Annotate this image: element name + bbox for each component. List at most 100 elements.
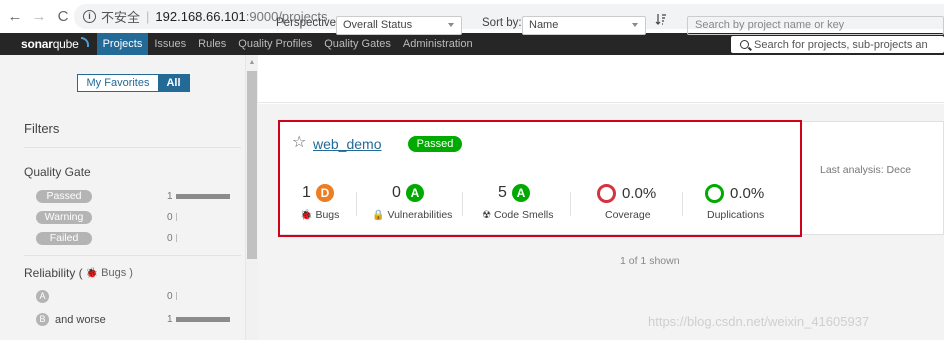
chevron-down-icon xyxy=(448,23,454,27)
vulnerabilities-rating-badge: A xyxy=(405,184,424,202)
results-count: 1 of 1 shown xyxy=(620,255,680,267)
facet-quality-gate-passed[interactable]: Passed xyxy=(36,190,92,203)
facet-reliability-b-and-worse[interactable]: B and worse xyxy=(36,313,106,326)
nav-quality-profiles[interactable]: Quality Profiles xyxy=(232,33,318,55)
quality-gate-warning-badge: Warning xyxy=(36,211,92,224)
scrollbar-thumb[interactable] xyxy=(247,71,257,259)
sort-by-label: Sort by: xyxy=(482,17,522,29)
coverage-label: Coverage xyxy=(605,209,651,221)
sonarqube-logo[interactable]: sonarqube xyxy=(21,37,89,51)
radiation-icon: ☢ xyxy=(482,209,491,221)
sort-direction-icon[interactable] xyxy=(655,13,666,28)
duplications-value: 0.0% xyxy=(730,185,765,202)
sort-by-value: Name xyxy=(529,19,559,31)
facet-reliability-a[interactable]: A xyxy=(36,290,49,303)
bugs-value: 1 xyxy=(302,184,311,201)
facet-bar xyxy=(176,292,177,300)
code-smells-label-row: ☢ Code Smells xyxy=(482,209,554,221)
filters-title: Filters xyxy=(24,121,60,136)
perspective-label: Perspective: xyxy=(276,17,340,29)
filters-sidebar: My Favorites All Filters Quality Gate Pa… xyxy=(0,55,246,340)
nav-quality-gates[interactable]: Quality Gates xyxy=(318,33,397,55)
facet-count: 1 xyxy=(167,191,173,202)
rating-b-badge: B xyxy=(36,313,49,326)
star-icon[interactable]: ☆ xyxy=(292,135,306,151)
quality-gate-status-badge[interactable]: Passed xyxy=(408,136,462,152)
watermark-url: https://blog.csdn.net/weixin_41605937 xyxy=(648,314,870,329)
facet-bar xyxy=(176,194,230,199)
divider xyxy=(682,192,683,216)
url-host: 192.168.66.101 xyxy=(155,9,246,24)
nav-projects[interactable]: Projects xyxy=(96,33,149,55)
quality-gate-title: Quality Gate xyxy=(24,165,91,179)
divider xyxy=(24,147,241,148)
bug-icon: 🐞 xyxy=(85,267,99,279)
favorites-toggle: My Favorites All xyxy=(77,74,190,92)
bugs-rating-badge: D xyxy=(315,184,334,202)
security-label: 不安全 xyxy=(101,10,141,25)
nav-rules[interactable]: Rules xyxy=(192,33,232,55)
divider xyxy=(462,192,463,216)
code-smells-rating-badge: A xyxy=(511,184,530,202)
sidebar-scrollbar[interactable]: ▲ xyxy=(246,55,258,340)
scroll-up-icon[interactable]: ▲ xyxy=(246,59,258,66)
lock-icon: 🔒 xyxy=(372,209,385,221)
code-smells-measure[interactable]: 5 A xyxy=(498,184,530,202)
logo-bold-text: sonar xyxy=(21,37,53,51)
facet-bar xyxy=(176,234,177,242)
vulnerabilities-label-row: 🔒 Vulnerabilities xyxy=(372,209,452,221)
vulnerabilities-value: 0 xyxy=(392,184,401,201)
duplications-measure[interactable]: 0.0% xyxy=(705,184,764,203)
back-arrow-icon[interactable]: ← xyxy=(6,8,24,25)
last-analysis-date: Last analysis: Dece xyxy=(820,164,912,176)
top-navigation: sonarqube Projects Issues Rules Quality … xyxy=(0,33,944,55)
quality-gate-failed-badge: Failed xyxy=(36,232,92,245)
bugs-label: Bugs xyxy=(315,209,340,221)
info-icon[interactable]: i xyxy=(83,10,96,23)
logo-arc-icon xyxy=(80,37,89,47)
project-search-input[interactable]: Search by project name or key xyxy=(687,16,944,35)
my-favorites-button[interactable]: My Favorites xyxy=(78,75,158,91)
reliability-title-suffix: Bugs ) xyxy=(101,267,133,279)
duplications-label: Duplications xyxy=(707,209,765,221)
nav-issues[interactable]: Issues xyxy=(148,33,192,55)
all-button[interactable]: All xyxy=(158,75,189,91)
facet-count: 1 xyxy=(167,314,173,325)
vulnerabilities-label: Vulnerabilities xyxy=(387,209,453,221)
facet-bar xyxy=(176,317,230,322)
coverage-value: 0.0% xyxy=(622,185,657,202)
reload-icon[interactable]: C xyxy=(54,8,72,25)
project-name-link[interactable]: web_demo xyxy=(313,136,382,152)
code-smells-value: 5 xyxy=(498,184,507,201)
bugs-measure[interactable]: 1 D xyxy=(302,184,334,202)
reliability-title-text: Reliability ( xyxy=(24,266,83,280)
facet-count: 0 xyxy=(167,291,173,302)
sort-by-select[interactable]: Name xyxy=(522,16,646,35)
divider xyxy=(24,255,241,256)
perspective-select[interactable]: Overall Status xyxy=(336,16,462,35)
duplications-ring-icon xyxy=(705,184,724,203)
global-search-placeholder: Search for projects, sub-projects an xyxy=(754,38,928,51)
facet-count: 0 xyxy=(167,233,173,244)
forward-arrow-icon[interactable]: → xyxy=(30,8,48,25)
coverage-measure[interactable]: 0.0% xyxy=(597,184,656,203)
facet-quality-gate-warning[interactable]: Warning xyxy=(36,211,92,224)
code-smells-label: Code Smells xyxy=(493,209,554,221)
facet-count: 0 xyxy=(167,212,173,223)
global-search-input[interactable]: Search for projects, sub-projects an xyxy=(731,36,944,53)
projects-toolbar xyxy=(258,55,944,103)
vulnerabilities-measure[interactable]: 0 A xyxy=(392,184,424,202)
facet-quality-gate-failed[interactable]: Failed xyxy=(36,232,92,245)
search-icon xyxy=(740,40,749,49)
project-search-placeholder: Search by project name or key xyxy=(695,19,845,31)
bugs-label-row: 🐞 Bugs xyxy=(300,209,339,221)
divider xyxy=(570,192,571,216)
bug-icon: 🐞 xyxy=(300,209,313,221)
nav-administration[interactable]: Administration xyxy=(397,33,479,55)
chevron-down-icon xyxy=(632,23,638,27)
divider xyxy=(356,192,357,216)
rating-a-badge: A xyxy=(36,290,49,303)
perspective-value: Overall Status xyxy=(343,19,413,31)
logo-light-text: qube xyxy=(52,37,79,51)
and-worse-label: and worse xyxy=(55,313,106,326)
